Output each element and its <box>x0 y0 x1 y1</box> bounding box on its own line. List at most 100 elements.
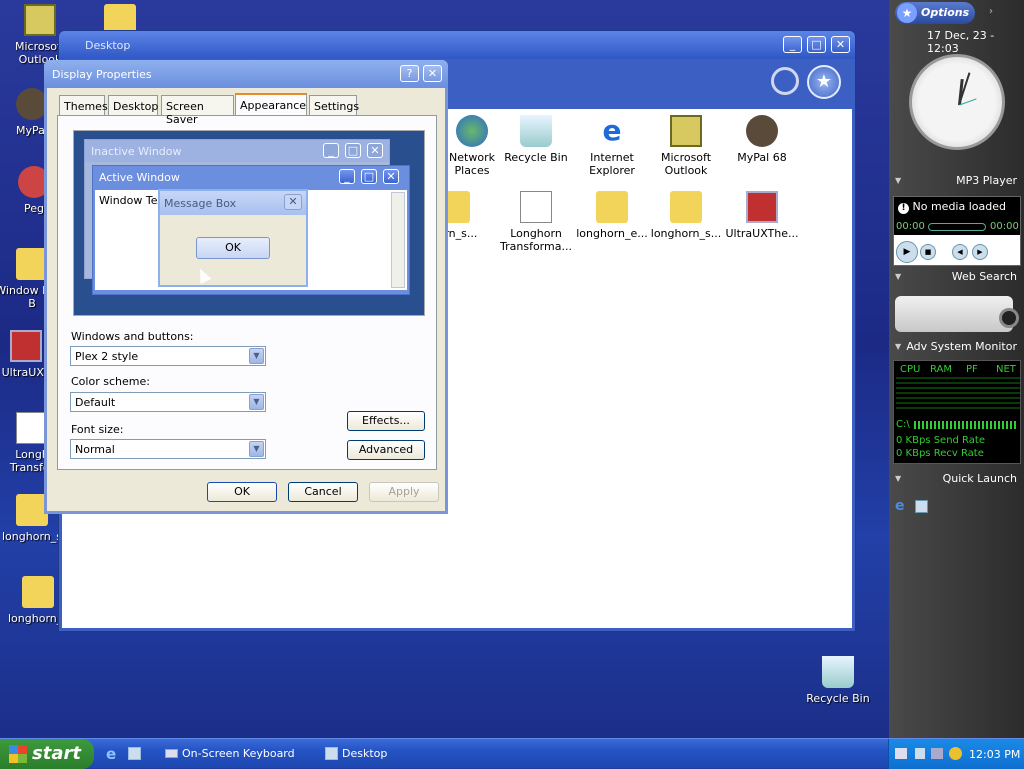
time-right: 00:00 <box>990 221 1019 232</box>
stop-button[interactable]: ■ <box>920 244 936 260</box>
effects-button[interactable]: Effects... <box>347 411 425 431</box>
desktop-icon-recycle-bin[interactable]: Recycle Bin <box>800 656 876 705</box>
recycle-bin-icon <box>822 656 854 688</box>
file-label: UltraUXThe... <box>725 227 799 240</box>
window-title: Desktop <box>85 39 131 52</box>
recv-rate: 0 KBps Recv Rate <box>896 448 984 459</box>
ultraux-item[interactable]: UltraUXThe... <box>724 191 800 240</box>
desktop-icon-label: Peg <box>24 202 44 215</box>
outlook-icon <box>24 4 56 36</box>
play-button[interactable]: ▶ <box>896 241 918 263</box>
dialog-title: Display Properties <box>52 68 152 81</box>
preview-scrollbar <box>391 192 405 288</box>
zip-folder-icon <box>670 191 702 223</box>
mypal-item[interactable]: MyPal 68 <box>724 115 800 164</box>
start-label: start <box>32 743 81 764</box>
preview-ok-button: OK <box>196 237 270 259</box>
cancel-button[interactable]: Cancel <box>288 482 358 502</box>
preview-ok-label: OK <box>225 241 241 254</box>
sysmon-header[interactable]: ▼ Adv System Monitor <box>893 338 1021 356</box>
volume-icon[interactable] <box>915 748 925 759</box>
dialog-titlebar[interactable]: Display Properties <box>44 60 448 88</box>
recycle-bin-icon <box>520 115 552 147</box>
chevron-down-icon[interactable]: ▼ <box>249 348 264 364</box>
longhorn-e-item[interactable]: longhorn_e... <box>574 191 650 240</box>
task-label: Desktop <box>342 747 388 760</box>
file-label: Recycle Bin <box>504 151 568 164</box>
recycle-bin-item[interactable]: Recycle Bin <box>498 115 574 164</box>
favorites-icon[interactable]: ★ <box>807 65 841 99</box>
sysmon-graphs <box>896 377 1020 411</box>
longhorn-s-item[interactable]: longhorn_s... <box>648 191 724 240</box>
prev-button[interactable]: ◀ <box>952 244 968 260</box>
preview-minimize-icon: _ <box>339 169 355 184</box>
ie-icon[interactable]: e <box>895 498 905 514</box>
web-search-input[interactable] <box>895 296 1013 332</box>
drive-usage-bar <box>914 421 1018 429</box>
keyboard-tray-icon[interactable] <box>895 748 907 759</box>
tab-settings[interactable]: Settings <box>309 95 360 115</box>
send-rate: 0 KBps Send Rate <box>896 435 985 446</box>
explorer-titlebar[interactable]: Desktop <box>59 31 855 59</box>
options-label: Options <box>921 6 970 19</box>
next-button[interactable]: ▶ <box>972 244 988 260</box>
sidebar: Options ★ › 17 Dec, 23 - 12:03 ▼ MP3 Play… <box>889 0 1024 738</box>
button-label: OK <box>234 485 250 498</box>
tab-label: Desktop <box>113 100 159 113</box>
chevron-right-icon[interactable]: › <box>989 6 993 17</box>
sysmon-title: Adv System Monitor <box>906 340 1017 353</box>
ie-quicklaunch-icon[interactable]: e <box>106 745 116 763</box>
clock-second-hand <box>959 98 977 106</box>
show-desktop-quicklaunch-icon[interactable] <box>128 747 141 760</box>
display-properties-dialog[interactable]: Display Properties ? ✕ Themes Desktop Sc… <box>44 60 448 514</box>
button-label: Advanced <box>358 443 414 456</box>
internet-explorer-item[interactable]: e Internet Explorer <box>574 114 650 178</box>
ok-button[interactable]: OK <box>207 482 277 502</box>
mp3-header[interactable]: ▼ MP3 Player <box>893 172 1021 190</box>
tab-label: Settings <box>314 100 360 113</box>
task-desktop[interactable]: Desktop <box>320 742 470 766</box>
quick-launch-header[interactable]: ▼ Quick Launch <box>893 470 1021 488</box>
advanced-button[interactable]: Advanced <box>347 440 425 460</box>
network-tray-icon[interactable] <box>931 748 943 759</box>
preview-maximize-icon: □ <box>361 169 377 184</box>
ie-icon: e <box>602 114 622 147</box>
taskbar: start e On-Screen Keyboard Desktop 12:03… <box>0 738 1024 769</box>
search-icon[interactable] <box>999 308 1019 328</box>
chevron-down-icon[interactable]: ▼ <box>249 441 264 457</box>
minimize-button[interactable]: _ <box>783 36 802 53</box>
button-label: Effects... <box>362 414 410 427</box>
color-scheme-select[interactable]: Default ▼ <box>70 392 266 412</box>
maximize-button[interactable]: □ <box>807 36 826 53</box>
message-box-preview: Message Box ✕ OK <box>158 189 308 287</box>
tab-screen-saver[interactable]: Screen Saver <box>161 95 234 126</box>
show-desktop-icon[interactable] <box>915 500 928 513</box>
network-icon <box>456 115 488 147</box>
apply-button[interactable]: Apply <box>369 482 439 502</box>
document-icon <box>520 191 552 223</box>
outlook-item[interactable]: Microsoft Outlook <box>648 115 724 177</box>
windows-buttons-select[interactable]: Plex 2 style ▼ <box>70 346 266 366</box>
zip-folder-icon <box>596 191 628 223</box>
ultraux-icon <box>10 330 42 362</box>
select-value: Default <box>75 396 116 409</box>
help-button[interactable]: ? <box>400 65 419 82</box>
progress-slider[interactable] <box>928 223 986 231</box>
desktop-icon-label: longhorn_s <box>2 530 62 543</box>
task-on-screen-keyboard[interactable]: On-Screen Keyboard <box>160 742 310 766</box>
search-icon[interactable] <box>771 67 799 95</box>
close-button[interactable]: ✕ <box>831 36 850 53</box>
longhorn-transforma-item[interactable]: Longhorn Transforma... <box>498 191 574 253</box>
color-scheme-label: Color scheme: <box>71 375 150 388</box>
tab-themes[interactable]: Themes <box>59 95 108 115</box>
sysmon-col-pf: PF <box>966 364 978 375</box>
clock[interactable]: 12:03 PM <box>969 748 1020 761</box>
chevron-down-icon[interactable]: ▼ <box>249 394 264 410</box>
message-box-title: Message Box <box>164 197 237 210</box>
dialog-close-button[interactable]: ✕ <box>423 65 442 82</box>
web-search-header[interactable]: ▼ Web Search <box>893 268 1021 286</box>
font-size-select[interactable]: Normal ▼ <box>70 439 266 459</box>
tab-appearance[interactable]: Appearance <box>235 93 307 115</box>
tab-desktop[interactable]: Desktop <box>108 95 158 115</box>
update-tray-icon[interactable] <box>949 747 962 760</box>
